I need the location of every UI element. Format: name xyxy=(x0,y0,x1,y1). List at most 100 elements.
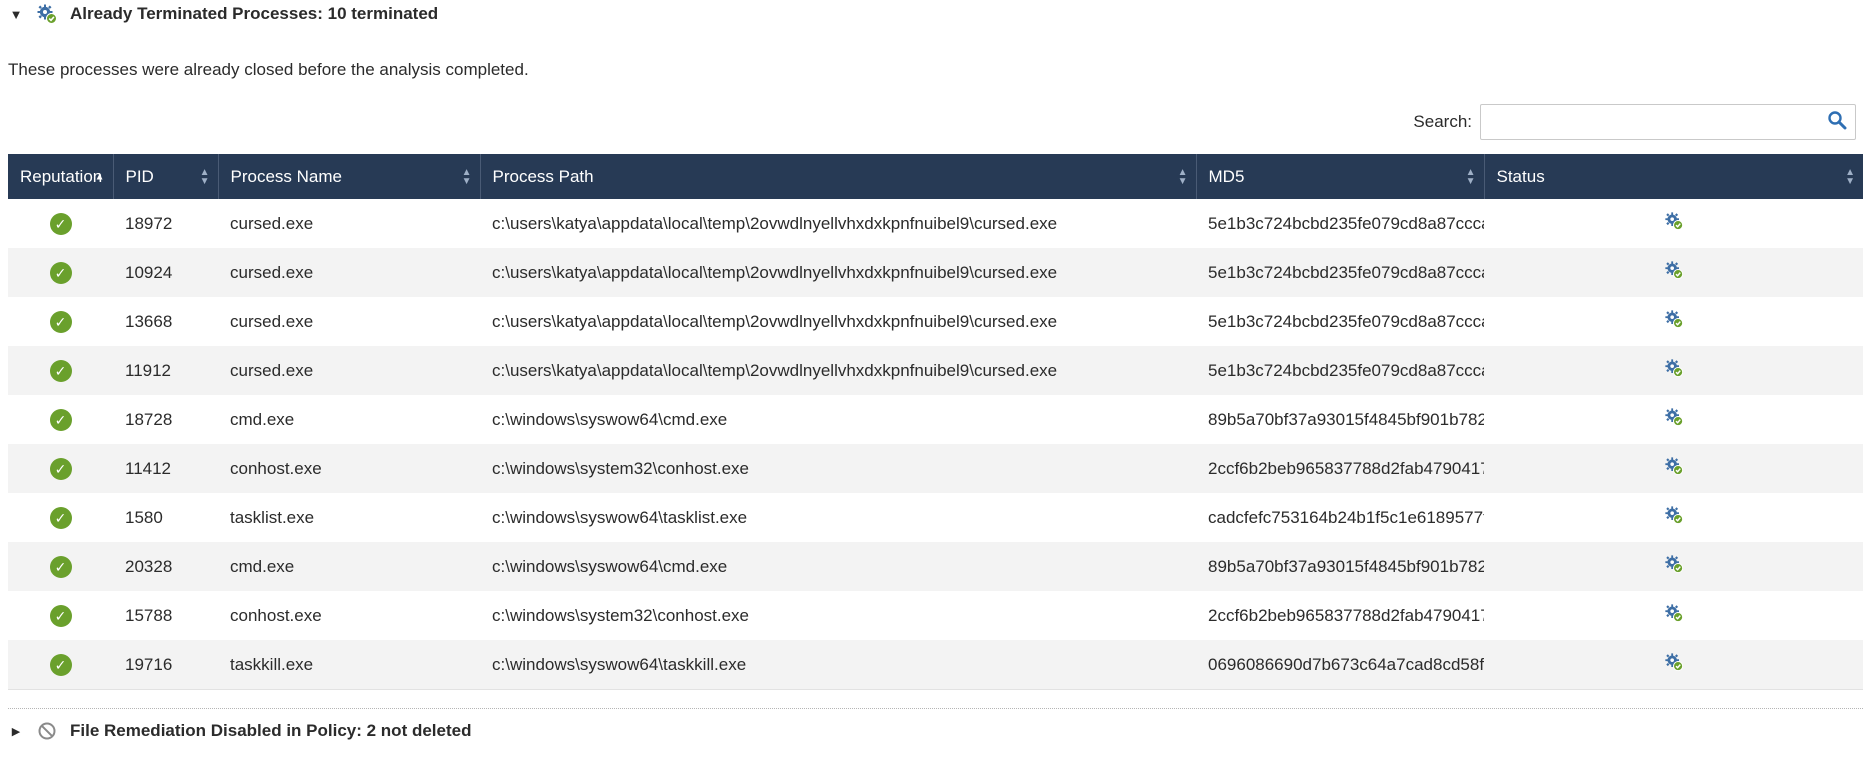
search-icon[interactable] xyxy=(1827,110,1847,135)
md5-cell: cadcfefc753164b24b1f5c1e6189577f xyxy=(1208,507,1484,527)
reputation-cell: ✓ xyxy=(8,297,113,346)
gear-check-icon xyxy=(1664,652,1684,677)
sort-icon: ▲ ▼ xyxy=(1177,166,1188,187)
status-cell xyxy=(1484,542,1863,591)
pid-cell: 11412 xyxy=(113,444,218,493)
process-path-cell: c:\windows\system32\conhost.exe xyxy=(480,444,1196,493)
column-header-reputation[interactable]: Reputation ▲ xyxy=(8,154,114,199)
column-header-md5[interactable]: MD5 ▲ ▼ xyxy=(1196,154,1485,199)
table-row[interactable]: ✓ 11412 conhost.exe c:\windows\system32\con… xyxy=(8,444,1863,493)
column-header-status[interactable]: Status ▲ ▼ xyxy=(1484,154,1863,199)
gear-check-icon xyxy=(1664,505,1684,530)
search-input[interactable] xyxy=(1481,106,1827,138)
check-circle-icon: ✓ xyxy=(49,310,72,333)
md5-cell: 5e1b3c724bcbd235fe079cd8a87cccad xyxy=(1196,346,1484,395)
terminated-section-header[interactable]: ▼ Already Terminated Processes: 10 termi… xyxy=(0,0,438,28)
column-header-process-path[interactable]: Process Path ▲ ▼ xyxy=(480,154,1197,199)
processes-table: Reputation ▲ PID ▲ ▼ Process Name ▲ ▼ Process… xyxy=(8,154,1863,690)
md5-cell: 5e1b3c724bcbd235fe079cd8a87cccad xyxy=(1196,248,1484,297)
collapse-toggle-icon[interactable]: ▼ xyxy=(8,7,24,22)
pid-cell: 15788 xyxy=(125,605,173,625)
table-row[interactable]: ✓ 11912 cursed.exe c:\users\katya\appdata\l… xyxy=(8,346,1863,395)
prohibited-icon xyxy=(36,720,58,742)
status-cell xyxy=(1484,493,1863,542)
check-circle-icon: ✓ xyxy=(49,653,72,676)
gear-check-icon xyxy=(36,3,58,25)
remediation-section-title: File Remediation Disabled in Policy: 2 n… xyxy=(70,721,472,740)
pid-cell: 1580 xyxy=(125,507,163,527)
reputation-cell: ✓ xyxy=(8,248,113,297)
md5-cell: 89b5a70bf37a93015f4845bf901b7825 xyxy=(1196,542,1484,591)
pid-cell: 13668 xyxy=(125,311,173,331)
section-divider xyxy=(8,708,1863,709)
process-name-cell: cursed.exe xyxy=(218,346,480,395)
reputation-cell: ✓ xyxy=(8,444,113,493)
sort-asc-icon: ▲ xyxy=(94,171,105,182)
table-row[interactable]: ✓ 18728 cmd.exe c:\windows\syswow64\cmd.exe… xyxy=(8,395,1863,444)
check-circle-icon: ✓ xyxy=(49,261,72,284)
gear-check-icon xyxy=(1664,554,1684,579)
reputation-cell: ✓ xyxy=(8,199,113,248)
terminated-section-title: Already Terminated Processes: 10 termina… xyxy=(70,4,439,23)
process-name-cell: cursed.exe xyxy=(230,213,314,233)
table-row[interactable]: ✓ 20328 cmd.exe c:\windows\syswow64\cmd.exe… xyxy=(8,542,1863,591)
expand-toggle-icon[interactable]: ▶ xyxy=(8,725,24,738)
sort-icon: ▲ ▼ xyxy=(1465,166,1476,187)
pid-cell: 18728 xyxy=(125,409,173,429)
check-circle-icon: ✓ xyxy=(49,359,72,382)
search-label: Search: xyxy=(1413,112,1472,131)
sort-icon: ▲ ▼ xyxy=(461,166,472,187)
gear-check-icon xyxy=(1664,309,1684,334)
check-circle-icon: ✓ xyxy=(49,457,72,480)
process-path-cell: c:\users\katya\appdata\local\temp\2ovwdl… xyxy=(492,311,1058,331)
status-cell xyxy=(1484,444,1863,493)
process-path-cell: c:\windows\syswow64\tasklist.exe xyxy=(492,507,748,527)
section-description: These processes were already closed befo… xyxy=(8,60,529,79)
check-circle-icon: ✓ xyxy=(49,604,72,627)
status-cell xyxy=(1484,640,1863,690)
table-row[interactable]: ✓ 15788 conhost.exe c:\windows\system32\con… xyxy=(8,591,1863,640)
column-header-process-name[interactable]: Process Name ▲ ▼ xyxy=(218,154,481,199)
check-circle-icon: ✓ xyxy=(49,555,72,578)
gear-check-icon xyxy=(1664,260,1684,285)
check-circle-icon: ✓ xyxy=(49,506,72,529)
process-name-cell: cmd.exe xyxy=(218,542,480,591)
pid-cell: 19716 xyxy=(113,640,218,690)
status-cell xyxy=(1484,346,1863,395)
remediation-section-header[interactable]: ▶ File Remediation Disabled in Policy: 2… xyxy=(0,717,472,745)
check-circle-icon: ✓ xyxy=(49,212,72,235)
search-box[interactable] xyxy=(1480,104,1856,140)
search-area: Search: xyxy=(1413,104,1856,140)
status-cell xyxy=(1484,199,1863,248)
table-row[interactable]: ✓ 13668 cursed.exe c:\users\katya\appdata\l… xyxy=(8,297,1863,346)
pid-cell: 20328 xyxy=(113,542,218,591)
reputation-cell: ✓ xyxy=(8,346,113,395)
status-cell xyxy=(1484,591,1863,640)
md5-cell: 0696086690d7b673c64a7cad8cd58f7d xyxy=(1196,640,1484,690)
process-name-cell: tasklist.exe xyxy=(230,507,315,527)
status-cell xyxy=(1484,248,1863,297)
reputation-cell: ✓ xyxy=(8,395,113,444)
status-cell xyxy=(1484,395,1863,444)
process-path-cell: c:\windows\syswow64\cmd.exe xyxy=(480,542,1196,591)
process-path-cell: c:\users\katya\appdata\local\temp\2ovwdl… xyxy=(492,213,1058,233)
table-row[interactable]: ✓ 10924 cursed.exe c:\users\katya\appdata\l… xyxy=(8,248,1863,297)
process-name-cell: taskkill.exe xyxy=(218,640,480,690)
process-name-cell: conhost.exe xyxy=(218,444,480,493)
column-header-pid[interactable]: PID ▲ ▼ xyxy=(113,154,219,199)
reputation-cell: ✓ xyxy=(8,542,113,591)
process-name-cell: conhost.exe xyxy=(230,605,322,625)
gear-check-icon xyxy=(1664,211,1684,236)
process-name-cell: cmd.exe xyxy=(230,409,295,429)
md5-cell: 5e1b3c724bcbd235fe079cd8a87cccad xyxy=(1208,311,1484,331)
process-name-cell: cursed.exe xyxy=(218,248,480,297)
table-row[interactable]: ✓ 1580 tasklist.exe c:\windows\syswow64\tas… xyxy=(8,493,1863,542)
process-path-cell: c:\windows\system32\conhost.exe xyxy=(492,605,750,625)
md5-cell: 2ccf6b2beb965837788d2fab4790417d xyxy=(1208,605,1484,625)
gear-check-icon xyxy=(1664,358,1684,383)
table-row[interactable]: ✓ 19716 taskkill.exe c:\windows\syswow64\ta… xyxy=(8,640,1863,690)
process-name-cell: cursed.exe xyxy=(230,311,314,331)
table-row[interactable]: ✓ 18972 cursed.exe c:\users\katya\appdata\l… xyxy=(8,199,1863,248)
gear-check-icon xyxy=(1664,407,1684,432)
process-path-cell: c:\users\katya\appdata\local\temp\2ovwdl… xyxy=(480,248,1196,297)
